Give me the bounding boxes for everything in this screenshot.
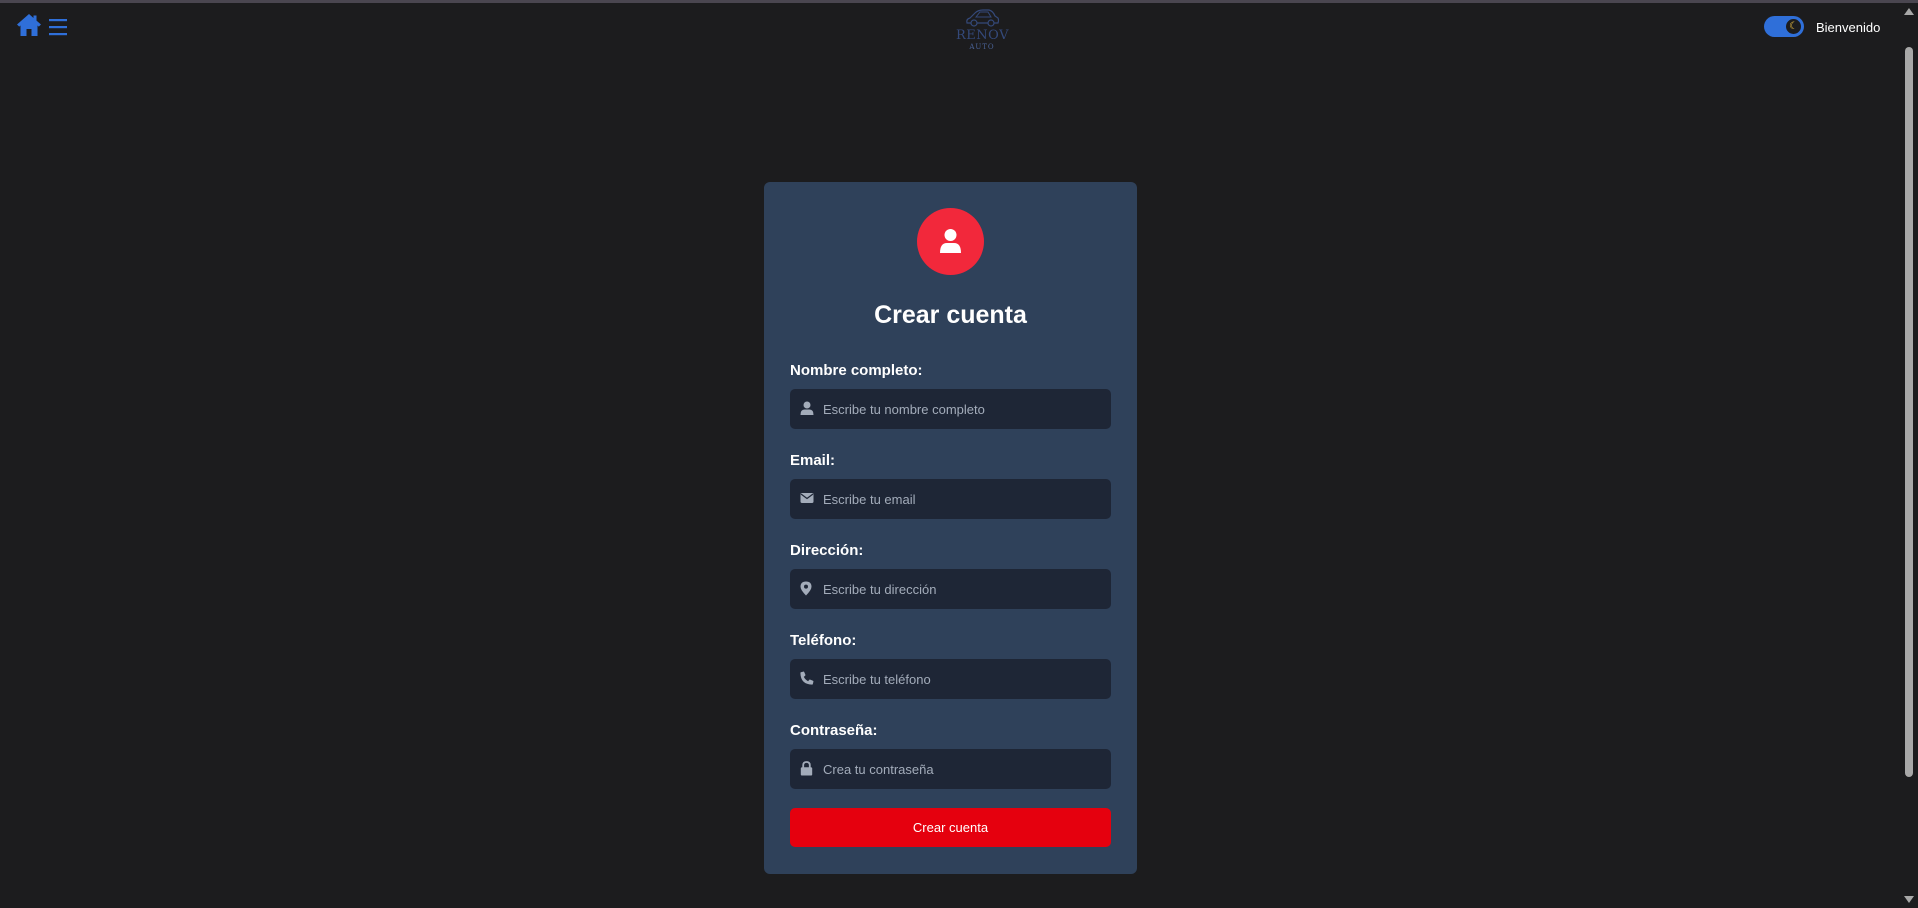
phone-icon (800, 671, 816, 687)
moon-icon: ☾ (1786, 19, 1801, 34)
scroll-down-arrow-icon[interactable] (1904, 896, 1914, 903)
logo-name: RENOV (956, 28, 1009, 43)
logo-subtitle: AUTO (969, 43, 995, 51)
welcome-text: Bienvenido (1816, 20, 1881, 35)
map-marker-icon (800, 581, 816, 597)
lock-icon (800, 761, 816, 777)
full-name-label: Nombre completo: (790, 362, 923, 379)
dark-mode-toggle[interactable]: ☾ (1764, 16, 1804, 37)
vertical-scrollbar[interactable] (1900, 3, 1918, 908)
scroll-up-arrow-icon[interactable] (1904, 8, 1914, 15)
user-icon (800, 401, 816, 417)
register-card: Crear cuenta Nombre completo: Email: Dir… (764, 182, 1137, 874)
email-label: Email: (790, 452, 836, 469)
avatar (917, 208, 984, 275)
scrollbar-thumb[interactable] (1905, 47, 1913, 777)
address-field-container (790, 569, 1111, 609)
phone-input[interactable] (823, 659, 1103, 699)
renov-auto-logo[interactable]: RENOV AUTO (956, 7, 1008, 55)
phone-label: Teléfono: (790, 632, 857, 649)
home-icon[interactable] (16, 13, 42, 39)
phone-field-container (790, 659, 1111, 699)
user-avatar-icon (940, 229, 961, 253)
create-account-button[interactable]: Crear cuenta (790, 808, 1111, 847)
address-label: Dirección: (790, 542, 864, 559)
form-title: Crear cuenta (874, 301, 1027, 329)
password-field-container (790, 749, 1111, 789)
car-logo-icon (966, 9, 1000, 27)
full-name-input[interactable] (823, 389, 1103, 429)
email-field-container (790, 479, 1111, 519)
address-input[interactable] (823, 569, 1103, 609)
email-input[interactable] (823, 479, 1103, 519)
hamburger-menu-icon[interactable] (48, 17, 68, 37)
navbar: RENOV AUTO ☾ Bienvenido (0, 3, 1900, 51)
full-name-field-container (790, 389, 1111, 429)
envelope-icon (800, 491, 816, 507)
password-label: Contraseña: (790, 722, 878, 739)
password-input[interactable] (823, 749, 1103, 789)
